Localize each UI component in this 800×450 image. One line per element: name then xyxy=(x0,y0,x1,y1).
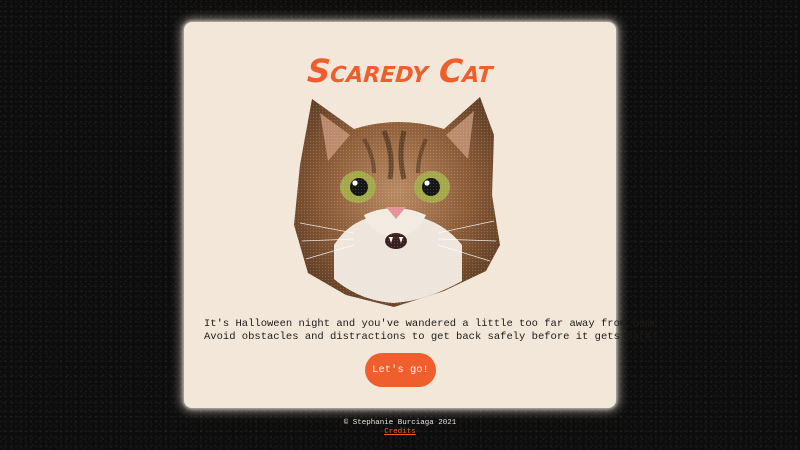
intro-card: Scaredy Cat It's Halloween night and you… xyxy=(184,22,664,408)
copyright-text: © Stephanie Burciaga 2021 xyxy=(343,419,457,427)
credits-link[interactable]: Credits xyxy=(384,428,416,437)
intro-text: It's Halloween night and you've wandered… xyxy=(204,318,664,344)
intro-line-2: Avoid obstacles and distractions to get … xyxy=(204,331,658,343)
scared-cat-image xyxy=(294,97,500,307)
game-title: Scaredy Cat xyxy=(306,52,494,90)
start-button[interactable]: Let's go! xyxy=(365,353,436,387)
footer: © Stephanie Burciaga 2021 Credits xyxy=(0,419,800,437)
intro-line-1: It's Halloween night and you've wandered… xyxy=(204,318,664,330)
